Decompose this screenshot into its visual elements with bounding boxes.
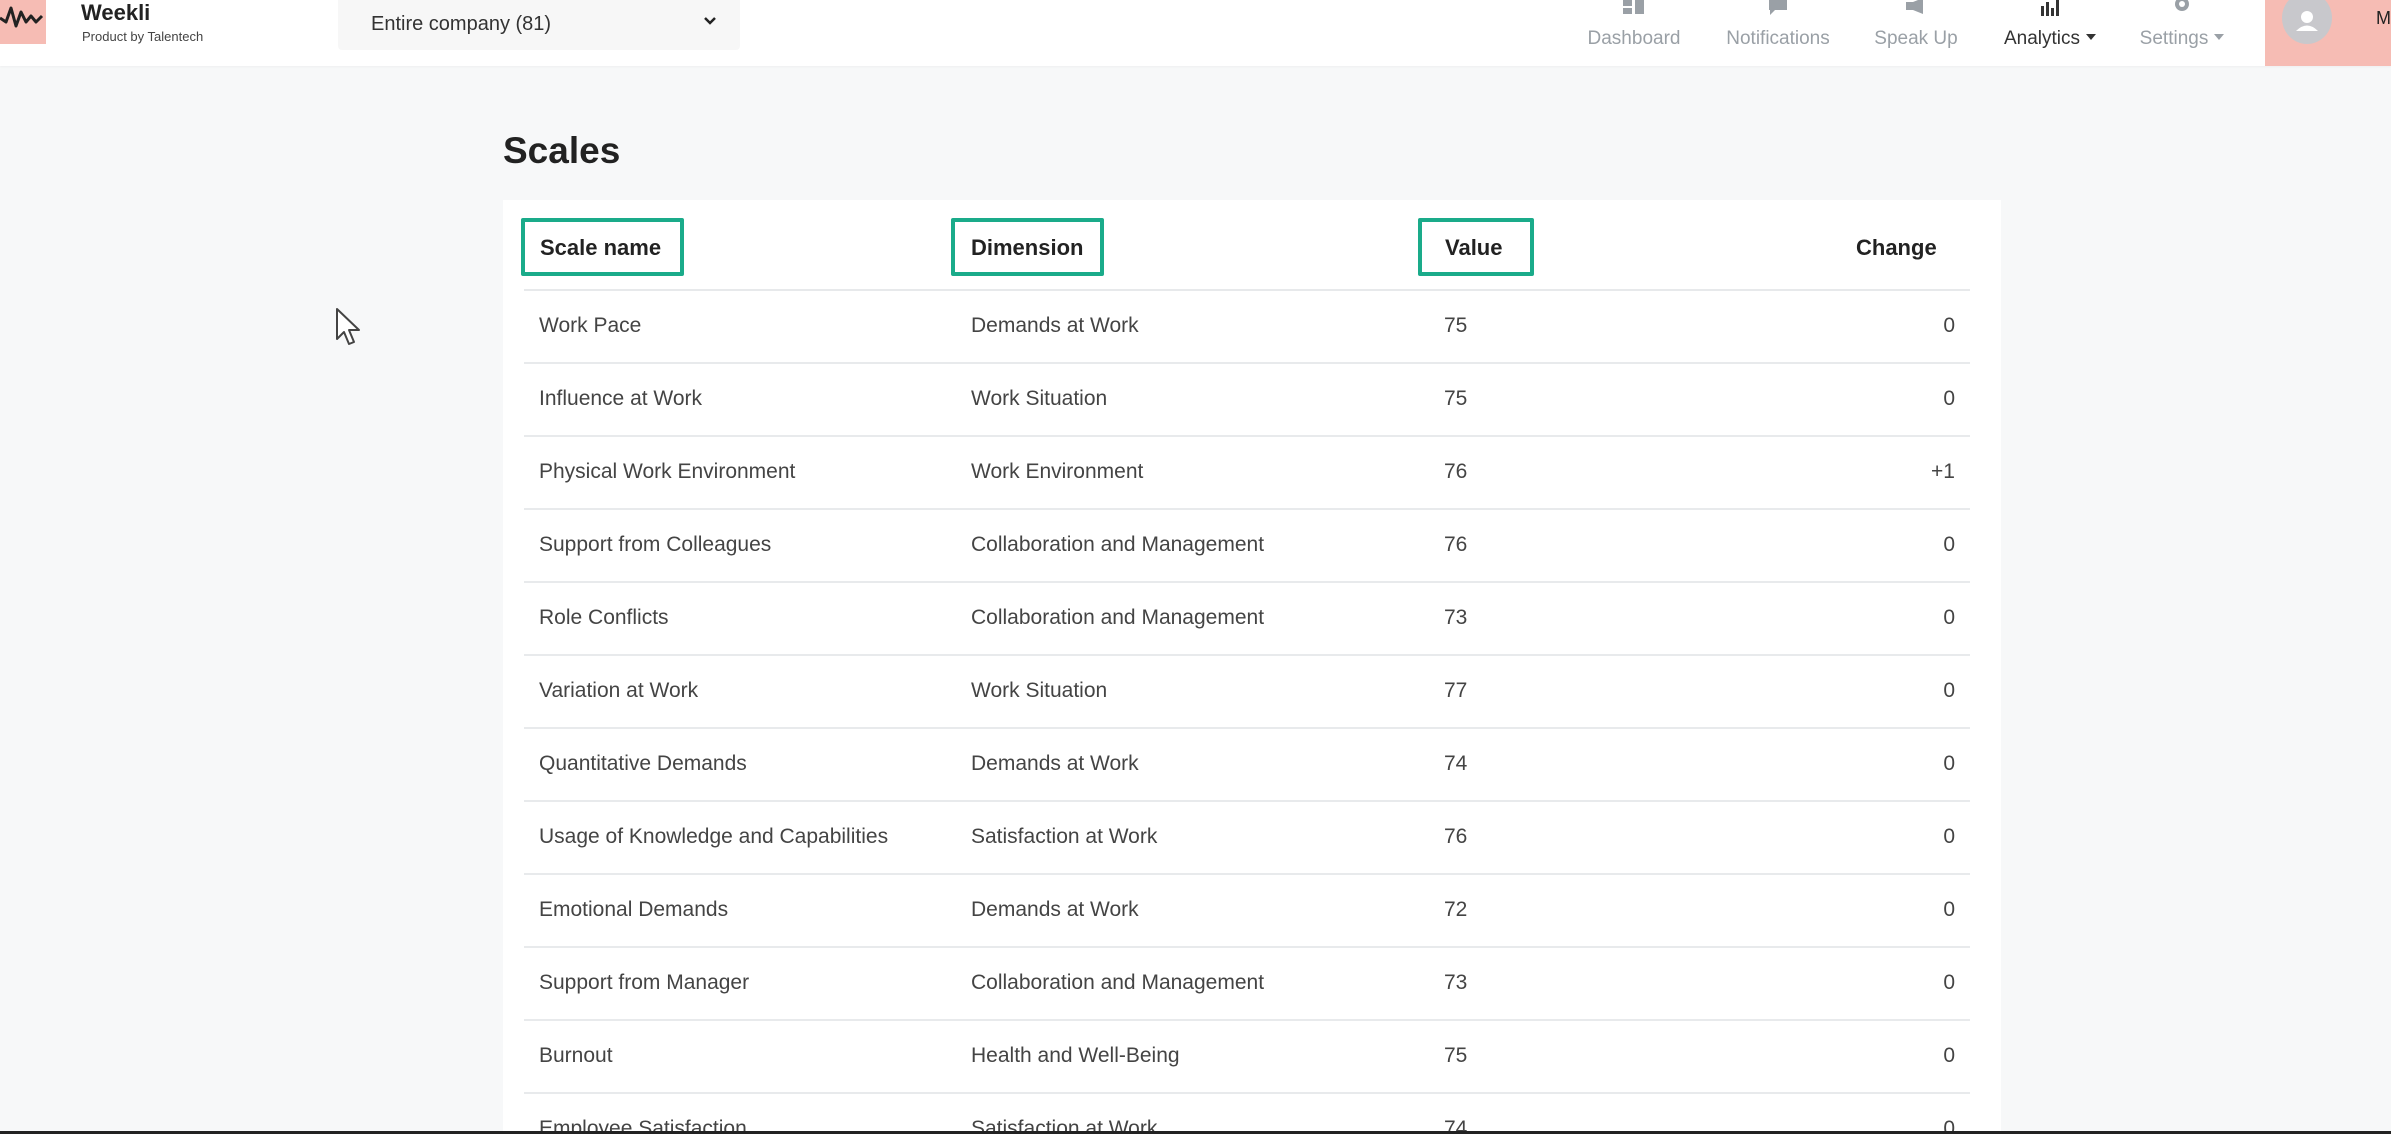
change-cell: 0	[1943, 898, 1955, 921]
user-menu[interactable]: M	[2265, 0, 2391, 66]
table-row[interactable]: Usage of Knowledge and Capabilities Sati…	[524, 802, 1970, 875]
change-cell: 0	[1943, 606, 1955, 629]
change-cell: 0	[1943, 1044, 1955, 1067]
value-cell: 77	[1444, 679, 1468, 702]
column-header-scale-name[interactable]: Scale name	[540, 235, 661, 261]
scale-name-cell: Influence at Work	[539, 387, 703, 410]
value-cell: 76	[1444, 825, 1468, 848]
scale-name-cell: Burnout	[539, 1044, 613, 1067]
megaphone-icon	[1906, 0, 1923, 14]
dimension-cell: Demands at Work	[971, 314, 1139, 337]
caret-down-icon	[2214, 33, 2225, 40]
avatar	[2282, 0, 2332, 44]
column-header-dimension[interactable]: Dimension	[971, 235, 1083, 261]
company-select[interactable]: Entire company (81)	[338, 0, 740, 50]
scale-name-cell: Support from Manager	[539, 971, 750, 994]
table-row[interactable]: Employee Satisfaction Satisfaction at Wo…	[524, 1094, 1970, 1131]
user-icon	[2296, 11, 2318, 31]
scale-name-cell: Emotional Demands	[539, 898, 729, 921]
scale-name-cell: Usage of Knowledge and Capabilities	[539, 825, 889, 848]
dimension-cell: Demands at Work	[971, 752, 1139, 775]
table-row[interactable]: Quantitative Demands Demands at Work 74 …	[524, 729, 1970, 802]
scale-name-cell: Quantitative Demands	[539, 752, 747, 775]
nav-dashboard[interactable]: Dashboard	[1584, 0, 1684, 62]
column-header-change[interactable]: Change	[1856, 235, 1937, 261]
mouse-pointer-icon	[336, 308, 360, 345]
app-subtitle: Product by Talentech	[82, 29, 204, 44]
nav-notifications-label: Notifications	[1726, 28, 1830, 49]
table-row[interactable]: Variation at Work Work Situation 77 0	[524, 656, 1970, 729]
table-row[interactable]: Role Conflicts Collaboration and Managem…	[524, 583, 1970, 656]
change-cell: 0	[1943, 314, 1955, 337]
column-header-value[interactable]: Value	[1445, 235, 1502, 261]
pulse-logo-icon	[0, 6, 44, 28]
change-cell: 0	[1943, 825, 1955, 848]
table-row[interactable]: Physical Work Environment Work Environme…	[524, 437, 1970, 510]
value-cell: 74	[1444, 1117, 1468, 1131]
dimension-cell: Collaboration and Management	[971, 971, 1265, 994]
scale-name-cell: Physical Work Environment	[539, 460, 796, 483]
dimension-cell: Satisfaction at Work	[971, 1117, 1158, 1131]
value-cell: 76	[1444, 533, 1468, 556]
value-cell: 73	[1444, 971, 1468, 994]
value-cell: 75	[1444, 387, 1468, 410]
dimension-cell: Work Situation	[971, 387, 1108, 410]
table-row[interactable]: Support from Colleagues Collaboration an…	[524, 510, 1970, 583]
value-cell: 74	[1444, 752, 1468, 775]
nav-dashboard-label: Dashboard	[1587, 28, 1681, 49]
bar-chart-icon	[2041, 0, 2059, 16]
change-cell: 0	[1943, 752, 1955, 775]
scale-name-cell: Work Pace	[539, 314, 642, 337]
dimension-cell: Demands at Work	[971, 898, 1139, 921]
app-name: Weekli	[81, 0, 151, 25]
change-cell: 0	[1943, 1117, 1955, 1131]
change-cell: 0	[1943, 971, 1955, 994]
page-title: Scales	[503, 130, 621, 171]
scale-name-cell: Employee Satisfaction	[539, 1117, 747, 1131]
user-initial: M	[2376, 8, 2391, 28]
table-row[interactable]: Emotional Demands Demands at Work 72 0	[524, 875, 1970, 948]
change-cell: 0	[1943, 533, 1955, 556]
table-row[interactable]: Burnout Health and Well-Being 75 0	[524, 1021, 1970, 1094]
nav-settings-label: Settings	[2139, 28, 2209, 49]
scale-name-cell: Role Conflicts	[539, 606, 669, 629]
value-cell: 72	[1444, 898, 1468, 921]
dimension-cell: Work Situation	[971, 679, 1108, 702]
value-cell: 75	[1444, 1044, 1468, 1067]
nav-speak-up[interactable]: Speak Up	[1873, 0, 1959, 62]
value-cell: 73	[1444, 606, 1468, 629]
change-cell: +1	[1931, 460, 1955, 483]
scale-name-cell: Variation at Work	[539, 679, 699, 702]
dimension-cell: Collaboration and Management	[971, 533, 1265, 556]
brand-logo[interactable]	[0, 0, 46, 44]
dimension-cell: Work Environment	[971, 460, 1144, 483]
dimension-cell: Satisfaction at Work	[971, 825, 1158, 848]
value-cell: 75	[1444, 314, 1468, 337]
value-cell: 76	[1444, 460, 1468, 483]
nav-settings[interactable]: Settings	[2132, 0, 2232, 62]
message-icon	[1769, 0, 1787, 15]
change-cell: 0	[1943, 679, 1955, 702]
dimension-cell: Health and Well-Being	[971, 1044, 1180, 1067]
scale-name-cell: Support from Colleagues	[539, 533, 772, 556]
nav-analytics-label: Analytics	[2003, 28, 2081, 49]
nav-speak-up-label: Speak Up	[1874, 28, 1958, 49]
change-cell: 0	[1943, 387, 1955, 410]
top-navigation-bar: Weekli Product by Talentech Entire compa…	[0, 0, 2391, 66]
dimension-cell: Collaboration and Management	[971, 606, 1265, 629]
table-row[interactable]: Influence at Work Work Situation 75 0	[524, 364, 1970, 437]
dashboard-icon	[1623, 0, 1644, 14]
nav-notifications[interactable]: Notifications	[1721, 0, 1835, 62]
nav-analytics[interactable]: Analytics	[1995, 0, 2105, 62]
gear-icon	[2175, 0, 2189, 11]
company-select-value: Entire company (81)	[371, 13, 552, 35]
chevron-down-icon	[704, 17, 716, 25]
table-row[interactable]: Work Pace Demands at Work 75 0	[524, 291, 1970, 364]
caret-down-icon	[2086, 33, 2097, 40]
table-row[interactable]: Support from Manager Collaboration and M…	[524, 948, 1970, 1021]
